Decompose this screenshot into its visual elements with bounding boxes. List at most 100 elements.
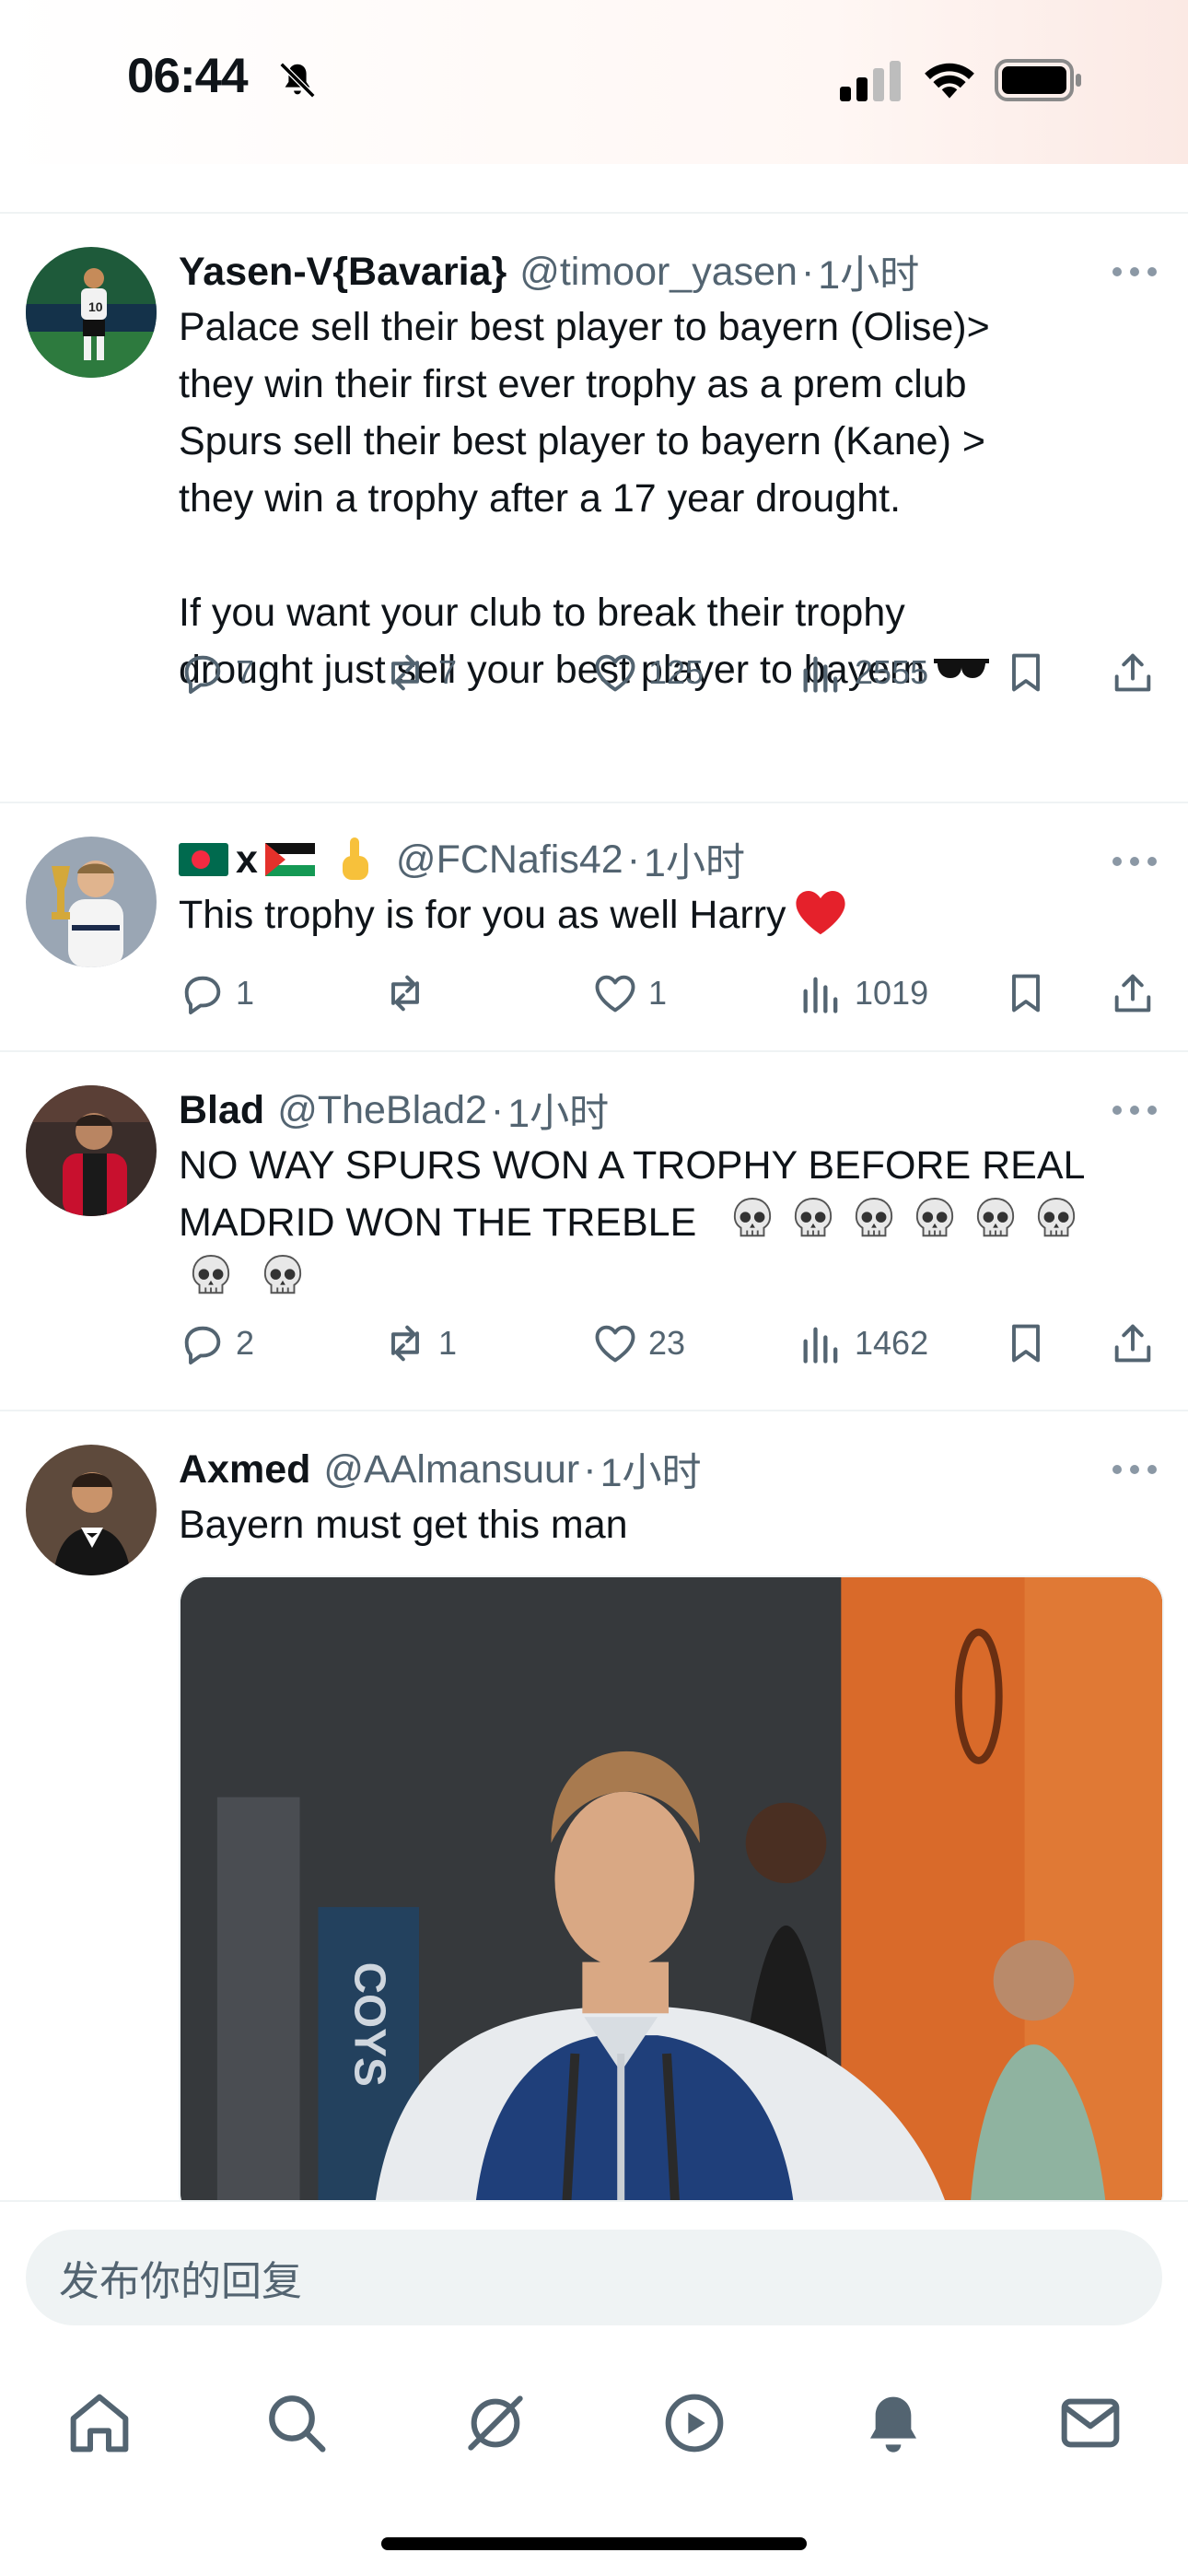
retweet-button[interactable]: 7 <box>381 645 457 700</box>
tweet-text: This trophy is for you as well Harry <box>179 886 1155 943</box>
avatar[interactable] <box>26 1445 157 1575</box>
avatar[interactable]: 10 <box>26 247 157 378</box>
tweet-time[interactable]: 1小时 <box>507 1082 609 1139</box>
tab-grok[interactable] <box>459 2386 532 2460</box>
tweet[interactable]: 10 Yasen-V{Bavaria} @timoor_yasen · 1小时 … <box>0 212 1188 802</box>
analytics-icon <box>803 1327 838 1364</box>
view-count: 1462 <box>855 1324 929 1362</box>
like-button[interactable]: 125 <box>591 645 704 700</box>
bookmark-icon <box>1012 1324 1040 1363</box>
tweet[interactable]: Axmed @AAlmansuur · 1小时 Bayern must get … <box>0 1410 1188 2200</box>
user-handle[interactable]: @TheBlad2 <box>277 1088 487 1133</box>
tab-messages[interactable] <box>1054 2386 1127 2460</box>
reply-button[interactable]: 7 <box>179 645 254 700</box>
tweet-time[interactable]: 1小时 <box>644 831 745 888</box>
views-button[interactable]: 2555 <box>798 645 928 700</box>
skull-emoji-icon <box>916 1198 954 1237</box>
display-name[interactable]: Blad <box>179 1088 264 1133</box>
tab-search[interactable] <box>260 2386 333 2460</box>
tweet-text-line <box>179 1251 1155 1308</box>
share-icon <box>1114 974 1151 1013</box>
player-photo: COYS <box>181 1577 1162 2200</box>
status-time: 06:44 <box>127 49 249 103</box>
retweet-button[interactable] <box>381 966 438 1021</box>
bookmark-icon <box>1012 653 1040 692</box>
reply-icon <box>184 1326 221 1364</box>
svg-text:10: 10 <box>88 299 103 314</box>
like-button[interactable]: 23 <box>591 1316 685 1371</box>
tweet-text-line: Palace sell their best player to bayern … <box>179 305 990 349</box>
share-button[interactable] <box>1109 1316 1157 1371</box>
tweet-text: Bayern must get this man <box>179 1503 628 1547</box>
reply-count: 7 <box>236 653 255 691</box>
status-bar: 06:44 <box>0 0 1188 164</box>
like-count: 1 <box>648 974 668 1012</box>
reply-count: 1 <box>236 974 255 1012</box>
reply-icon <box>184 976 221 1014</box>
pointing-up-emoji-icon <box>342 837 368 880</box>
tweet-feed[interactable]: 10 Yasen-V{Bavaria} @timoor_yasen · 1小时 … <box>0 164 1188 2200</box>
tweet-time[interactable]: 1小时 <box>818 243 919 300</box>
tweet-header: Yasen-V{Bavaria} @timoor_yasen · 1小时 <box>179 243 919 300</box>
tab-video[interactable] <box>658 2386 731 2460</box>
share-button[interactable] <box>1109 645 1157 700</box>
like-button[interactable]: 1 <box>591 966 667 1021</box>
tweet-header: Axmed @AAlmansuur · 1小时 <box>179 1441 702 1498</box>
views-button[interactable]: 1019 <box>798 966 928 1021</box>
view-count: 2555 <box>855 653 929 691</box>
grok-icon <box>468 2395 523 2451</box>
more-options-icon[interactable] <box>1111 265 1159 278</box>
reply-count: 2 <box>236 1324 255 1362</box>
bangladesh-flag-icon <box>179 843 228 876</box>
heart-icon <box>595 654 635 692</box>
tweet-text: Palace sell their best player to bayern … <box>179 299 1155 698</box>
bookmark-button[interactable] <box>1002 966 1050 1021</box>
reply-button[interactable]: 2 <box>179 1316 254 1371</box>
home-icon <box>70 2394 129 2453</box>
user-handle[interactable]: @timoor_yasen <box>519 250 798 295</box>
display-name[interactable]: x <box>236 837 258 883</box>
tweet-text-line: Spurs sell their best player to bayern (… <box>179 419 985 463</box>
views-button[interactable]: 1462 <box>798 1316 928 1371</box>
tab-home[interactable] <box>63 2386 136 2460</box>
avatar[interactable] <box>26 1085 157 1216</box>
tweet[interactable]: Blad @TheBlad2 · 1小时 NO WAY SPURS WON A … <box>0 1050 1188 1410</box>
avatar[interactable] <box>26 837 157 967</box>
bookmark-button[interactable] <box>1002 645 1050 700</box>
reply-composer: 发布你的回复 <box>0 2200 1188 2340</box>
tweet-text-fragment: MADRID WON THE TREBLE <box>179 1200 697 1245</box>
notifications-icon <box>870 2396 916 2453</box>
tweet-photo[interactable]: COYS <box>179 1575 1164 2200</box>
share-button[interactable] <box>1109 966 1157 1021</box>
user-handle[interactable]: @AAlmansuur <box>323 1447 579 1493</box>
reply-button[interactable]: 1 <box>179 966 254 1021</box>
retweet-button[interactable]: 1 <box>381 1316 457 1371</box>
tweet-actions: 1 1 1019 <box>179 966 1155 1021</box>
more-options-icon[interactable] <box>1111 1104 1159 1117</box>
tweet-actions: 7 7 125 2555 <box>179 645 1155 700</box>
tab-notifications[interactable] <box>856 2386 930 2460</box>
red-heart-emoji-icon <box>795 891 845 935</box>
separator-dot: · <box>583 1446 597 1492</box>
tweet-actions: 2 1 23 1462 <box>179 1316 1155 1371</box>
share-icon <box>1114 1324 1151 1363</box>
image-text: COYS <box>344 1962 393 2087</box>
more-options-icon[interactable] <box>1111 1463 1159 1476</box>
display-name[interactable]: Axmed <box>179 1447 310 1493</box>
home-indicator[interactable] <box>381 2537 807 2550</box>
reply-input[interactable]: 发布你的回复 <box>26 2230 1162 2325</box>
like-count: 125 <box>648 653 705 691</box>
user-handle[interactable]: @FCNafis42 <box>396 837 623 883</box>
palestine-flag-icon <box>264 843 315 876</box>
tweet[interactable]: x @FCNafis42 · 1小时 This trophy is for yo… <box>0 802 1188 1050</box>
skull-emoji-icon <box>263 1255 302 1294</box>
display-name[interactable]: Yasen-V{Bavaria} <box>179 250 507 295</box>
separator-dot: · <box>490 1087 505 1132</box>
more-options-icon[interactable] <box>1111 855 1159 868</box>
skull-emoji-icon <box>1038 1198 1076 1237</box>
bookmark-button[interactable] <box>1002 1316 1050 1371</box>
battery-icon <box>995 59 1081 101</box>
messages-icon <box>1061 2398 1120 2448</box>
tweet-time[interactable]: 1小时 <box>600 1441 702 1498</box>
